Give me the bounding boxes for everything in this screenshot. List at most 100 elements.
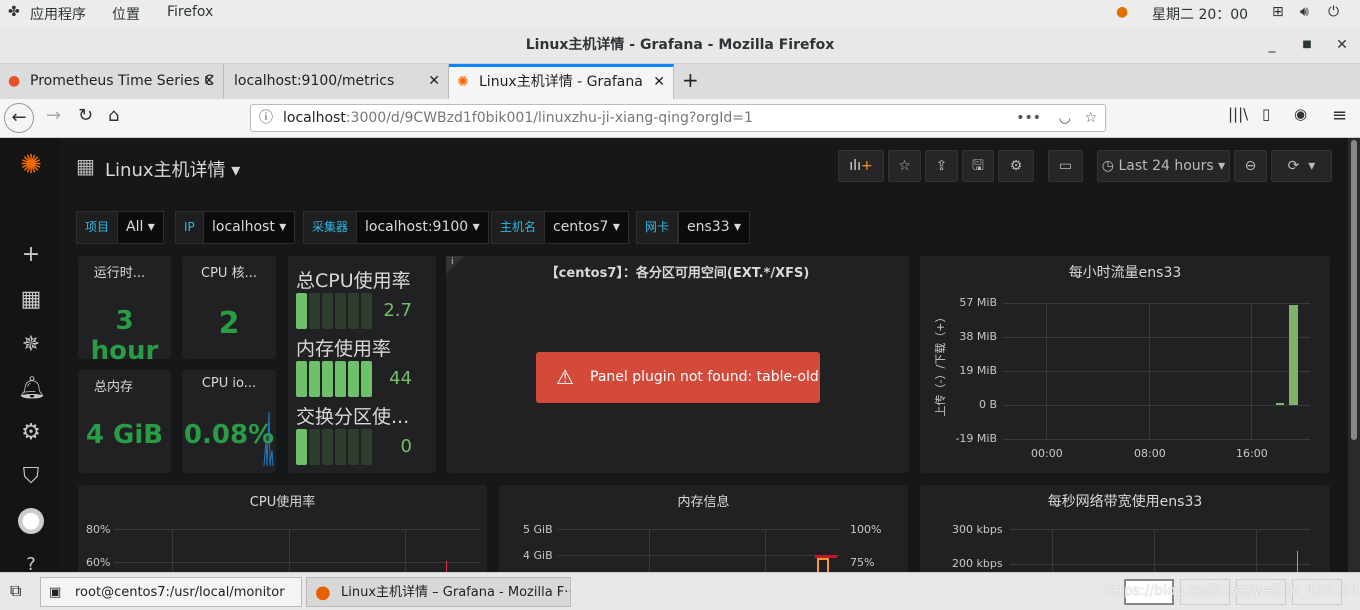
- tab-label: localhost:9100/metrics: [234, 73, 395, 89]
- stat-value: 3 hour: [90, 306, 159, 366]
- page-actions-icon[interactable]: •••: [1016, 105, 1041, 131]
- minimize-button[interactable]: _: [1262, 26, 1282, 64]
- variable-value: centos7: [553, 219, 609, 235]
- explore-icon[interactable]: ✵: [18, 332, 44, 358]
- reload-button[interactable]: ↻: [78, 105, 93, 126]
- watermark: https://blog.csdn.net/weixin_43810415: [1104, 583, 1360, 599]
- window-titlebar: Linux主机详情 - Grafana - Mozilla Firefox _ …: [0, 26, 1360, 64]
- memory-graph-panel[interactable]: 内存信息 5 GiB 4 GiB 100% 75%: [499, 485, 908, 589]
- server-admin-shield-icon[interactable]: ⛉: [18, 464, 44, 490]
- y-axis-label: 上传（-）/下载（+）: [934, 311, 947, 417]
- account-icon[interactable]: ◉: [1294, 105, 1307, 123]
- add-panel-button[interactable]: ılı+: [838, 150, 884, 182]
- close-tab-icon[interactable]: ✕: [428, 64, 440, 99]
- firefox-menu[interactable]: Firefox: [167, 4, 213, 20]
- variable-value: ens33: [687, 219, 730, 235]
- power-icon[interactable]: ⏻: [1328, 4, 1339, 20]
- url-bar[interactable]: ⓘ localhost:3000/d/9CWBzd1f0bik001/linux…: [250, 104, 1106, 132]
- pocket-icon[interactable]: ◡: [1059, 105, 1071, 131]
- applications-menu[interactable]: 应用程序: [30, 4, 86, 24]
- show-desktop-icon[interactable]: ⧉: [10, 581, 21, 601]
- time-picker-button[interactable]: ◷ Last 24 hours ▾: [1097, 150, 1230, 182]
- new-tab-button[interactable]: +: [682, 68, 699, 92]
- user-avatar[interactable]: ●: [18, 508, 44, 534]
- configuration-gear-icon[interactable]: ⚙: [18, 420, 44, 446]
- y-tick: 200 kbps: [952, 557, 1003, 570]
- grafana-logo-icon[interactable]: ✺: [18, 152, 44, 178]
- dashboard-title[interactable]: Linux主机详情 ▾: [105, 156, 240, 182]
- refresh-button[interactable]: ⟳ ▾: [1271, 150, 1332, 182]
- info-icon[interactable]: ⓘ: [259, 105, 273, 131]
- cpu-usage-graph-panel[interactable]: CPU使用率 80% 60%: [78, 485, 487, 589]
- avatar-icon[interactable]: ●: [1116, 4, 1128, 20]
- tab-metrics[interactable]: localhost:9100/metrics ✕: [224, 64, 449, 99]
- taskbar: ⧉ ▣ root@centos7:/usr/local/monitor ● Linu…: [0, 572, 1360, 610]
- alerting-bell-icon[interactable]: 🔔︎: [18, 376, 46, 402]
- maximize-button[interactable]: ■: [1297, 26, 1317, 64]
- tab-prometheus[interactable]: ● Prometheus Time Series C ✕: [0, 64, 224, 99]
- url-path: :3000/d/9CWBzd1f0bik001/linuxzhu-ji-xian…: [345, 110, 753, 126]
- zoom-out-button[interactable]: ⊖: [1234, 150, 1267, 182]
- variable-select-hostname[interactable]: centos7 ▾: [544, 211, 629, 244]
- stat-panel-total-memory[interactable]: 总内存 4 GiB: [78, 370, 171, 473]
- gauge-segment: [322, 293, 333, 329]
- y-tick: 57 MiB: [959, 296, 997, 309]
- places-menu[interactable]: 位置: [112, 4, 140, 24]
- traffic-graph-panel[interactable]: 每小时流量ens33 上传（-）/下载（+） 57 MiB 38 MiB 19 Mi…: [920, 256, 1330, 473]
- bookmark-star-icon[interactable]: ☆: [1084, 105, 1097, 131]
- back-button[interactable]: ←: [4, 103, 34, 133]
- y-tick: -19 MiB: [955, 432, 997, 445]
- stat-panel-cpu-cores[interactable]: CPU 核... 2: [182, 256, 276, 359]
- save-button[interactable]: 🖫︎: [962, 150, 994, 182]
- dashboards-icon[interactable]: ▦: [18, 287, 44, 313]
- variable-select-project[interactable]: All ▾: [117, 211, 164, 244]
- cycle-view-mode-button[interactable]: ▭: [1048, 150, 1083, 182]
- close-window-button[interactable]: ✕: [1332, 26, 1352, 64]
- firefox-icon: ●: [315, 582, 331, 603]
- gridline: [114, 529, 479, 530]
- clock[interactable]: 星期二 20：00: [1152, 4, 1248, 24]
- y-tick: 5 GiB: [523, 523, 553, 536]
- bar-gauge-panel[interactable]: 总CPU使用率 2.7 内存使用率 44 交换分区使... 0: [288, 256, 436, 473]
- gauge-segment: [361, 429, 372, 465]
- variable-value: localhost:9100: [365, 219, 469, 235]
- variable-select-ip[interactable]: localhost ▾: [203, 211, 296, 244]
- library-icon[interactable]: |||\: [1228, 105, 1248, 123]
- home-button[interactable]: ⌂: [108, 105, 119, 126]
- settings-gear-button[interactable]: ⚙: [998, 150, 1034, 182]
- page-scrollbar[interactable]: [1348, 138, 1360, 572]
- y-tick: 0 B: [978, 398, 997, 411]
- create-plus-icon[interactable]: +: [18, 242, 44, 268]
- taskbar-firefox[interactable]: ● Linux主机详情 – Grafana - Mozilla F···: [306, 577, 571, 607]
- taskbar-terminal[interactable]: ▣ root@centos7:/usr/local/monitor: [40, 577, 302, 607]
- partition-table-panel[interactable]: i 【centos7】：各分区可用空间(EXT.*/XFS) ⚠ Panel p…: [446, 256, 909, 473]
- network-bandwidth-graph-panel[interactable]: 每秒网络带宽使用ens33 300 kbps 200 kbps: [920, 485, 1330, 589]
- share-button[interactable]: ⇪: [925, 150, 958, 182]
- panel-title: 每小时流量ens33: [1068, 265, 1182, 281]
- y-tick: 4 GiB: [523, 549, 553, 562]
- forward-button[interactable]: →: [46, 105, 61, 126]
- variable-label-hostname: 主机名: [491, 211, 546, 244]
- menu-icon[interactable]: ≡: [1332, 105, 1347, 126]
- network-icon[interactable]: ⊞: [1272, 4, 1284, 20]
- volume-icon[interactable]: 🔊︎: [1300, 4, 1309, 20]
- close-tab-icon[interactable]: ✕: [203, 64, 215, 99]
- x-tick: 08:00: [1134, 447, 1166, 460]
- variable-select-collector[interactable]: localhost:9100 ▾: [356, 211, 489, 244]
- variable-select-nic[interactable]: ens33 ▾: [678, 211, 751, 244]
- star-button[interactable]: ☆: [888, 150, 921, 182]
- stat-panel-cpu-iowait[interactable]: CPU io... 0.08%: [182, 370, 276, 473]
- close-tab-icon[interactable]: ✕: [653, 67, 665, 97]
- tab-grafana[interactable]: ✺ Linux主机详情 - Grafana ✕: [449, 64, 674, 99]
- gauge-segment: [348, 429, 359, 465]
- gauge-segment: [335, 361, 346, 397]
- sidebar-icon[interactable]: ▯: [1262, 105, 1270, 123]
- gridline: [1046, 303, 1047, 439]
- gauge-segment: [361, 361, 372, 397]
- prometheus-icon: ●: [8, 73, 21, 89]
- stat-panel-uptime[interactable]: 运行时... 3 hour: [78, 256, 171, 366]
- gridline: [1003, 405, 1310, 406]
- scrollbar-thumb[interactable]: [1351, 140, 1357, 440]
- variable-value: All: [126, 219, 144, 235]
- window-title: Linux主机详情 - Grafana - Mozilla Firefox: [525, 37, 835, 53]
